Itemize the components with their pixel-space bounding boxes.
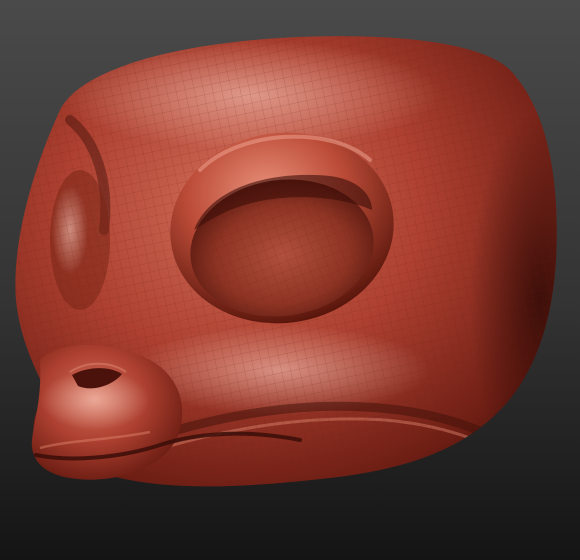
viewport-canvas[interactable] bbox=[0, 0, 580, 560]
sculpt-viewport[interactable] bbox=[0, 0, 580, 560]
